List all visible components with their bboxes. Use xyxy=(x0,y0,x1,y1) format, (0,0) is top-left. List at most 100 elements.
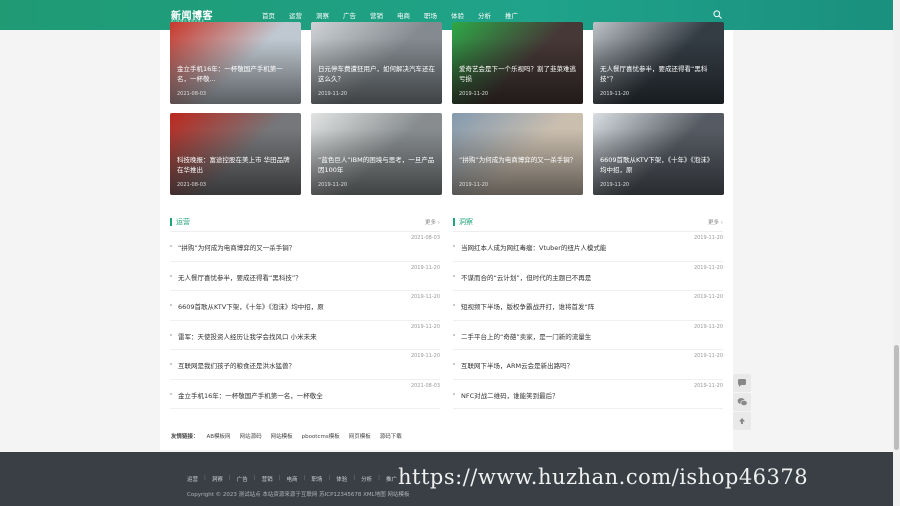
footer-nav-item[interactable]: 推广 xyxy=(386,475,397,483)
list-item[interactable]: 6609首歌从KTV下架，《十年》《泡沫》均中招，原 2019-11-20 xyxy=(170,291,440,321)
friend-links-label: 友情链接： xyxy=(171,434,199,440)
nav-item-ads[interactable]: 广告 xyxy=(343,10,356,20)
list-item-date: 2019-11-20 xyxy=(693,235,723,241)
more-link[interactable]: 更多 › xyxy=(708,218,723,226)
news-card[interactable]: 日元停车费遭狂用户，如何解决汽车还在这么久？ 2019-11-20 xyxy=(311,22,442,104)
list-item[interactable]: 雷军：天使投资人经历让我学会找风口 小米未来 2019-11-20 xyxy=(170,321,440,350)
news-card[interactable]: 爱奇艺会是下一个乐视吗？割了韭菜难逃亏损 2019-11-20 xyxy=(452,22,583,104)
footer-nav-item[interactable]: 运营 xyxy=(187,475,198,483)
card-date: 2019-11-20 xyxy=(318,91,348,97)
nav-item-analysis[interactable]: 分析 xyxy=(478,10,491,20)
footer-nav-item[interactable]: 洞察 xyxy=(212,475,223,483)
news-card[interactable]: “拼购”为何成为电商博弈的又一杀手锏？ 2019-11-20 xyxy=(452,113,583,195)
nav-item-workplace[interactable]: 职场 xyxy=(424,10,437,20)
footer-nav-item[interactable]: 电商 xyxy=(287,475,298,483)
list-item[interactable]: NFC对战二维码，谁能笑到最后？ 2019-11-20 xyxy=(453,380,723,409)
list-item-title[interactable]: 互联网是我们孩子的粮食还是洪水猛兽？ xyxy=(178,360,295,370)
list-item-title[interactable]: 6609首歌从KTV下架，《十年》《泡沫》均中招，原 xyxy=(178,301,324,311)
list-item-title[interactable]: NFC对战二维码，谁能笑到最后？ xyxy=(461,390,559,400)
card-title[interactable]: 无人餐厅喜忧参半，要成还得看“黑科技”？ xyxy=(600,64,718,84)
friend-link[interactable]: pbootcms模板 xyxy=(302,432,340,440)
back-to-top-button[interactable] xyxy=(733,412,751,430)
list-item-date: 2019-11-20 xyxy=(693,294,723,300)
news-card[interactable]: 无人餐厅喜忧参半，要成还得看“黑科技”？ 2019-11-20 xyxy=(593,22,724,104)
list-item-title[interactable]: 金立手机16年：一杯敬国产手机第一名，一杯敬全 xyxy=(178,390,323,400)
footer-nav-item[interactable]: 职场 xyxy=(311,475,322,483)
card-date: 2021-08-03 xyxy=(177,91,207,97)
list-column-operation: 运营 更多 › “拼购”为何成为电商博弈的又一杀手锏？ 2021-08-03 无人… xyxy=(170,210,440,409)
list-item[interactable]: “拼购”为何成为电商博弈的又一杀手锏？ 2021-08-03 xyxy=(170,232,440,262)
scrollbar-thumb[interactable] xyxy=(894,345,899,450)
card-title[interactable]: “蓝色巨人”IBM的困境与思考，一旦产品因100年 xyxy=(318,155,436,175)
wechat-float-button[interactable] xyxy=(733,393,751,411)
nav-item-experience[interactable]: 体验 xyxy=(451,10,464,20)
list-item-title[interactable]: 互联网下半场，ARM云会是新出路吗？ xyxy=(461,360,573,370)
column-title[interactable]: 洞察 xyxy=(459,217,473,227)
watermark-text: https://www.huzhan.com/ishop46378 xyxy=(398,465,809,489)
list-item-title[interactable]: 短视频下半场，版权争霸战开打，谁将首发“阵 xyxy=(461,301,594,311)
card-title[interactable]: 日元停车费遭狂用户，如何解决汽车还在这么久？ xyxy=(318,64,436,84)
search-icon[interactable] xyxy=(713,10,722,19)
footer-nav-item[interactable]: 营销 xyxy=(262,475,273,483)
footer-nav: 运营 | 洞察 | 广告 | 营销 | 电商 | 职场 | 体验 | 分析 | 推广 xyxy=(187,475,398,483)
list-item[interactable]: 短视频下半场，版权争霸战开打，谁将首发“阵 2019-11-20 xyxy=(453,291,723,321)
list-item-title[interactable]: 无人餐厅喜忧参半，要成还得看“黑科技”？ xyxy=(178,272,302,282)
friend-link[interactable]: 网页模板 xyxy=(349,432,371,440)
nav-item-operation[interactable]: 运营 xyxy=(289,10,302,20)
list-item[interactable]: 互联网下半场，ARM云会是新出路吗？ 2019-11-20 xyxy=(453,350,723,380)
card-title[interactable]: 6609首歌从KTV下架，《十年》《泡沫》均中招，原 xyxy=(600,155,718,175)
card-date: 2019-11-20 xyxy=(459,91,489,97)
list-item[interactable]: 当网红本人成为网红毒瘤：Vtuber的纽片人模式能 2019-11-20 xyxy=(453,232,723,262)
card-title[interactable]: 金立手机16年：一杯敬国产手机第一名，一杯敬... xyxy=(177,64,295,84)
news-card[interactable]: 6609首歌从KTV下架，《十年》《泡沫》均中招，原 2019-11-20 xyxy=(593,113,724,195)
list-item-title[interactable]: “拼购”为何成为电商博弈的又一杀手锏？ xyxy=(178,242,295,252)
news-card[interactable]: “蓝色巨人”IBM的困境与思考，一旦产品因100年 2019-11-20 xyxy=(311,113,442,195)
list-column-insight: 洞察 更多 › 当网红本人成为网红毒瘤：Vtuber的纽片人模式能 2019-11… xyxy=(453,210,723,409)
list-item-title[interactable]: 不谋而合的“云计划”，但时代的主题已不再是 xyxy=(461,272,591,282)
nav-item-promotion[interactable]: 推广 xyxy=(505,10,518,20)
list-item-title[interactable]: 雷军：天使投资人经历让我学会找风口 小米未来 xyxy=(178,331,317,341)
column-accent-bar xyxy=(170,218,172,226)
footer-nav-item[interactable]: 广告 xyxy=(237,475,248,483)
news-card[interactable]: 科技晚报：富途控股在美上市 华田品牌在华推出 2021-08-03 xyxy=(170,113,301,195)
footer-nav-item[interactable]: 分析 xyxy=(361,475,372,483)
nav-item-marketing[interactable]: 营销 xyxy=(370,10,383,20)
column-header: 运营 更多 › xyxy=(170,210,440,232)
list-item-date: 2019-11-20 xyxy=(410,264,440,271)
footer-nav-item[interactable]: 体验 xyxy=(336,475,347,483)
list-item[interactable]: 金立手机16年：一杯敬国产手机第一名，一杯敬全 2021-08-03 xyxy=(170,380,440,409)
list-item-title[interactable]: 当网红本人成为网红毒瘤：Vtuber的纽片人模式能 xyxy=(461,242,606,252)
friend-link[interactable]: 网站模板 xyxy=(271,432,293,440)
list-item-date: 2019-11-20 xyxy=(693,382,723,389)
list-item-date: 2019-11-20 xyxy=(693,323,723,330)
chat-float-button[interactable] xyxy=(733,374,751,392)
list-item[interactable]: 不谋而合的“云计划”，但时代的主题已不再是 2019-11-20 xyxy=(453,262,723,291)
top-header: 新闻博客 XINWENBOKE 首页 运营 洞察 广告 营销 电商 职场 体验 … xyxy=(0,0,900,30)
list-item[interactable]: 二手平台上的“奇葩”卖家，是一门新的流量生 2019-11-20 xyxy=(453,321,723,350)
arrow-up-icon xyxy=(739,418,745,424)
nav-item-insight[interactable]: 洞察 xyxy=(316,10,329,20)
nav-item-home[interactable]: 首页 xyxy=(261,10,276,29)
list-item-date: 2019-11-20 xyxy=(693,264,723,271)
list-item[interactable]: 无人餐厅喜忧参半，要成还得看“黑科技”？ 2019-11-20 xyxy=(170,262,440,291)
card-date: 2019-11-20 xyxy=(600,91,630,97)
friend-links: 友情链接： AB模板网 网站源码 网站模板 pbootcms模板 网页模板 源码… xyxy=(171,432,411,440)
news-card[interactable]: 金立手机16年：一杯敬国产手机第一名，一杯敬... 2021-08-03 xyxy=(170,22,301,104)
more-link[interactable]: 更多 › xyxy=(425,218,440,226)
card-title[interactable]: 科技晚报：富途控股在美上市 华田品牌在华推出 xyxy=(177,155,295,175)
card-title[interactable]: “拼购”为何成为电商博弈的又一杀手锏？ xyxy=(459,155,577,165)
friend-link[interactable]: 源码下载 xyxy=(380,432,402,440)
friend-link[interactable]: AB模板网 xyxy=(207,432,231,440)
column-title[interactable]: 运营 xyxy=(176,217,190,227)
card-title[interactable]: 爱奇艺会是下一个乐视吗？割了韭菜难逃亏损 xyxy=(459,64,577,84)
friend-link[interactable]: 网站源码 xyxy=(240,432,262,440)
card-date: 2021-08-03 xyxy=(177,182,207,188)
wechat-icon xyxy=(737,398,748,406)
copyright-text: Copyright © 2023 测试站点 本站资源来源于互联网 苏ICP123… xyxy=(187,492,410,498)
card-date: 2019-11-20 xyxy=(318,182,348,188)
list-item-title[interactable]: 二手平台上的“奇葩”卖家，是一门新的流量生 xyxy=(461,331,591,341)
list-item-date: 2019-11-20 xyxy=(410,353,440,359)
nav-item-ecommerce[interactable]: 电商 xyxy=(397,10,410,20)
list-item[interactable]: 互联网是我们孩子的粮食还是洪水猛兽？ 2019-11-20 xyxy=(170,350,440,380)
list-item-date: 2019-11-20 xyxy=(410,294,440,300)
